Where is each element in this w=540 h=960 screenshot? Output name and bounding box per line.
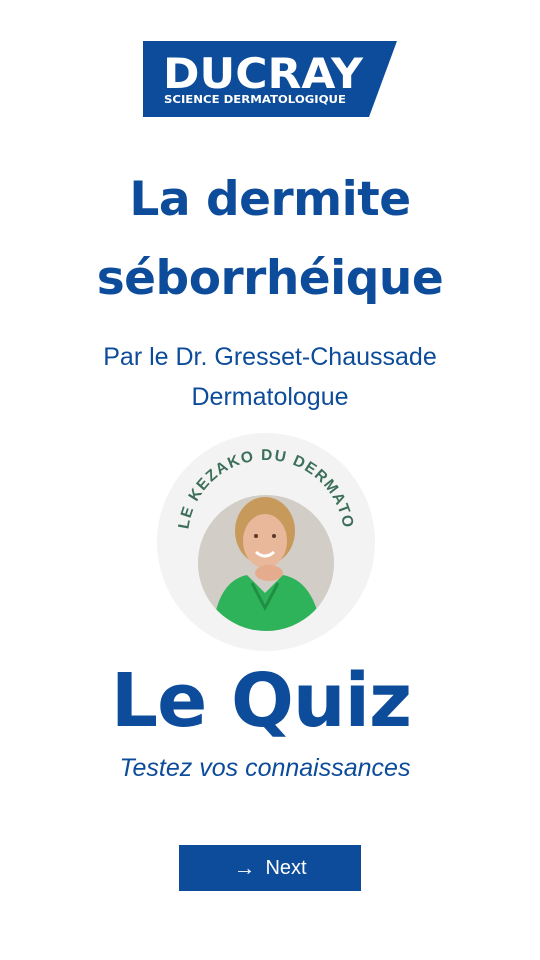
next-button-label: Next <box>265 856 307 879</box>
page-title-line-2: séborrhéique <box>96 251 444 306</box>
arrow-right-icon: → <box>233 855 256 880</box>
brand-tagline: SCIENCE DERMATOLOGIQUE <box>164 94 346 106</box>
author-name: Par le Dr. Gresset-Chaussade <box>103 343 437 371</box>
page-title-line-1: La dermite <box>129 172 411 227</box>
next-button[interactable]: → Next <box>179 845 361 891</box>
ducray-logo: DUCRAY SCIENCE DERMATOLOGIQUE <box>143 41 397 117</box>
quiz-subtitle: Testez vos connaissances <box>119 754 411 782</box>
author-role: Dermatologue <box>191 383 349 411</box>
quiz-heading: Le Quiz <box>110 658 412 744</box>
doctor-portrait <box>198 495 334 631</box>
brand-name: DUCRAY <box>163 49 364 98</box>
dermatologist-badge: LE KEZAKO DU DERMATO <box>157 433 375 651</box>
